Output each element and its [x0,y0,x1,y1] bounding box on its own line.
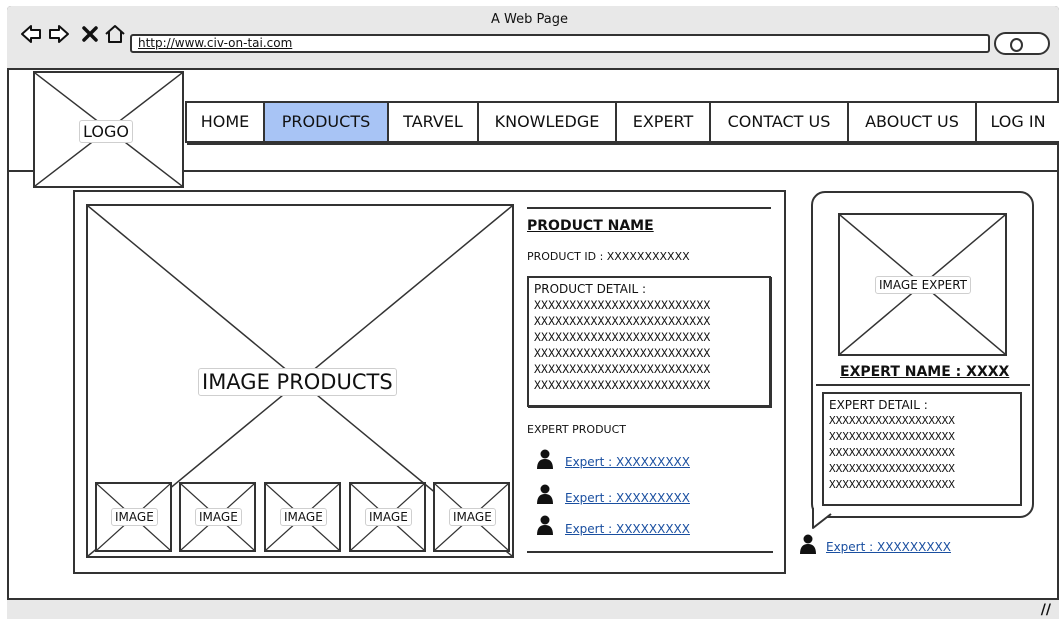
product-detail-label: PRODUCT DETAIL : [534,282,647,296]
product-detail-box: PRODUCT DETAIL : XXXXXXXXXXXXXXXXXXXXXXX… [527,276,771,407]
main-nav: HOME PRODUCTS TARVEL KNOWLEDGE EXPERT CO… [185,101,1059,143]
search-button[interactable] [994,32,1050,55]
nav-tarvel[interactable]: TARVEL [389,103,479,141]
product-detail-line: XXXXXXXXXXXXXXXXXXXXXXXXX [534,362,711,376]
search-icon [1010,38,1023,52]
expert-detail-line: XXXXXXXXXXXXXXXXXXX [829,446,955,459]
product-detail-line: XXXXXXXXXXXXXXXXXXXXXXXXX [534,330,711,344]
user-icon [537,484,553,508]
nav-contact-us[interactable]: CONTACT US [711,103,849,141]
home-icon[interactable] [104,24,126,49]
expert-detail-line: XXXXXXXXXXXXXXXXXXX [829,414,955,427]
expert-card-link[interactable]: Expert : XXXXXXXXX [826,540,951,554]
window-title: A Web Page [491,12,568,27]
info-bottom-rule [527,551,773,553]
thumbnail-image[interactable]: IMAGE [264,482,341,552]
user-icon [800,534,816,558]
expert-image-label: IMAGE EXPERT [875,276,972,294]
expert-name: EXPERT NAME : XXXX [840,364,1010,380]
nav-expert[interactable]: EXPERT [617,103,711,141]
expert-image[interactable]: IMAGE EXPERT [838,213,1007,356]
thumbnail-label: IMAGE [111,508,158,526]
thumbnail-label: IMAGE [449,508,496,526]
info-top-rule [527,207,771,209]
product-detail-line: XXXXXXXXXXXXXXXXXXXXXXXXX [534,298,711,312]
product-detail-line: XXXXXXXXXXXXXXXXXXXXXXXXX [534,346,711,360]
nav-about-us[interactable]: ABOUCT US [849,103,977,141]
thumbnail-image[interactable]: IMAGE [95,482,172,552]
nav-home[interactable]: HOME [187,103,265,141]
nav-log-in[interactable]: LOG IN [977,103,1059,141]
expert-product-heading: EXPERT PRODUCT [527,423,626,436]
logo-label: LOGO [79,120,133,143]
nav-knowledge[interactable]: KNOWLEDGE [479,103,617,141]
user-icon [537,515,553,539]
expert-detail-box: EXPERT DETAIL : XXXXXXXXXXXXXXXXXXX XXXX… [822,392,1022,506]
product-image-label: IMAGE PRODUCTS [198,368,397,396]
expert-link[interactable]: Expert : XXXXXXXXX [565,455,690,469]
product-name: PRODUCT NAME [527,218,654,234]
product-detail-line: XXXXXXXXXXXXXXXXXXXXXXXXX [534,378,711,392]
bubble-tail [812,508,832,529]
thumbnail-image[interactable]: IMAGE [349,482,426,552]
status-bar: // [7,598,1059,619]
expert-detail-line: XXXXXXXXXXXXXXXXXXX [829,478,955,491]
product-id: PRODUCT ID : XXXXXXXXXXX [527,250,690,263]
thumbnail-label: IMAGE [365,508,412,526]
expert-name-rule [816,384,1030,386]
logo-placeholder[interactable]: LOGO [33,71,184,188]
thumbnail-label: IMAGE [195,508,242,526]
product-detail-line: XXXXXXXXXXXXXXXXXXXXXXXXX [534,314,711,328]
close-icon[interactable] [82,24,98,49]
thumbnail-image[interactable]: IMAGE [433,482,510,552]
user-icon [537,449,553,473]
resize-grip-icon[interactable]: // [1041,602,1051,618]
back-arrow-icon[interactable] [20,24,42,49]
url-text: http://www.civ-on-tai.com [138,36,293,50]
expert-detail-line: XXXXXXXXXXXXXXXXXXX [829,462,955,475]
thumbnail-image[interactable]: IMAGE [179,482,256,552]
expert-detail-label: EXPERT DETAIL : [829,398,928,412]
forward-arrow-icon[interactable] [48,24,70,49]
expert-link[interactable]: Expert : XXXXXXXXX [565,522,690,536]
thumbnail-label: IMAGE [280,508,327,526]
expert-link[interactable]: Expert : XXXXXXXXX [565,491,690,505]
nav-products[interactable]: PRODUCTS [265,103,389,141]
expert-detail-line: XXXXXXXXXXXXXXXXXXX [829,430,955,443]
address-bar[interactable]: http://www.civ-on-tai.com [130,34,990,53]
